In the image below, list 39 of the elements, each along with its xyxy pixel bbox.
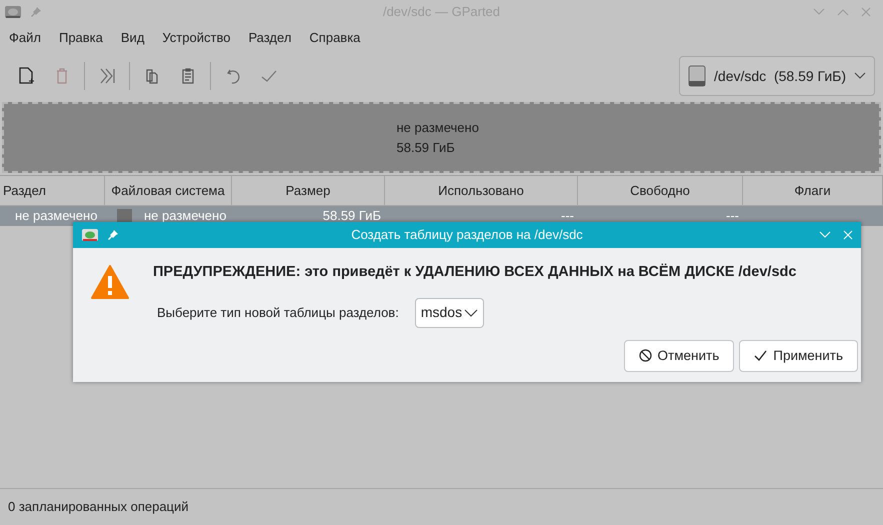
chevron-down-icon bbox=[464, 308, 478, 317]
menu-item[interactable]: Правка bbox=[54, 28, 108, 48]
bar-label: не размечено bbox=[396, 119, 480, 137]
table-type-label: Выберите тип новой таблицы разделов: bbox=[157, 304, 399, 322]
pin-icon[interactable] bbox=[107, 229, 119, 241]
menu-item[interactable]: Справка bbox=[304, 28, 366, 48]
status-bar-text: 0 запланированных операций bbox=[8, 498, 189, 516]
cancel-button[interactable]: Отменить bbox=[624, 340, 734, 372]
device-dropdown[interactable]: /dev/sdc (58.59 ГиБ) bbox=[679, 56, 875, 96]
drive-icon bbox=[688, 65, 706, 87]
column-header[interactable]: Файловая система bbox=[105, 176, 232, 205]
table-cell-text: 58.59 ГиБ bbox=[322, 207, 382, 226]
close-icon[interactable] bbox=[861, 7, 871, 17]
bar-size: 58.59 ГиБ bbox=[396, 138, 456, 156]
table-cell-text: не размечено bbox=[144, 207, 226, 226]
column-header[interactable]: Флаги bbox=[743, 176, 883, 205]
chevron-down-icon bbox=[854, 72, 866, 80]
menu-item[interactable]: Вид bbox=[116, 28, 150, 48]
checkmark-icon bbox=[754, 350, 768, 362]
cancel-icon bbox=[638, 349, 652, 362]
menu-item[interactable]: Раздел bbox=[243, 28, 296, 48]
pin-icon[interactable] bbox=[30, 6, 42, 18]
menu-item[interactable]: Устройство bbox=[157, 28, 236, 48]
table-cell-text: не размечено bbox=[14, 207, 98, 226]
column-header[interactable]: Использовано bbox=[385, 176, 578, 205]
column-header[interactable]: Свободно bbox=[578, 176, 743, 205]
dialog-title: Создать таблицу разделов на /dev/sdc bbox=[350, 226, 584, 244]
table-cell-text: --- bbox=[725, 207, 740, 226]
maximize-icon[interactable] bbox=[837, 8, 849, 16]
table-type-dropdown[interactable]: msdos bbox=[414, 298, 484, 328]
apply-button[interactable]: Применить bbox=[739, 340, 858, 372]
minimize-icon[interactable] bbox=[813, 8, 825, 16]
table-cell-text: --- bbox=[560, 207, 575, 226]
unallocated-bar[interactable]: не размечено 58.59 ГиБ bbox=[2, 102, 881, 173]
column-header[interactable]: Раздел bbox=[0, 176, 105, 205]
column-header[interactable]: Размер bbox=[232, 176, 385, 205]
warning-text: ПРЕДУПРЕЖДЕНИЕ: это приведёт к УДАЛЕНИЮ ВСЕХ ДАННЫХ на ВСЁМ ДИСКЕ /dev/sdc bbox=[153, 262, 796, 282]
warning-icon bbox=[91, 264, 129, 300]
menu-item[interactable]: Файл bbox=[4, 28, 46, 48]
